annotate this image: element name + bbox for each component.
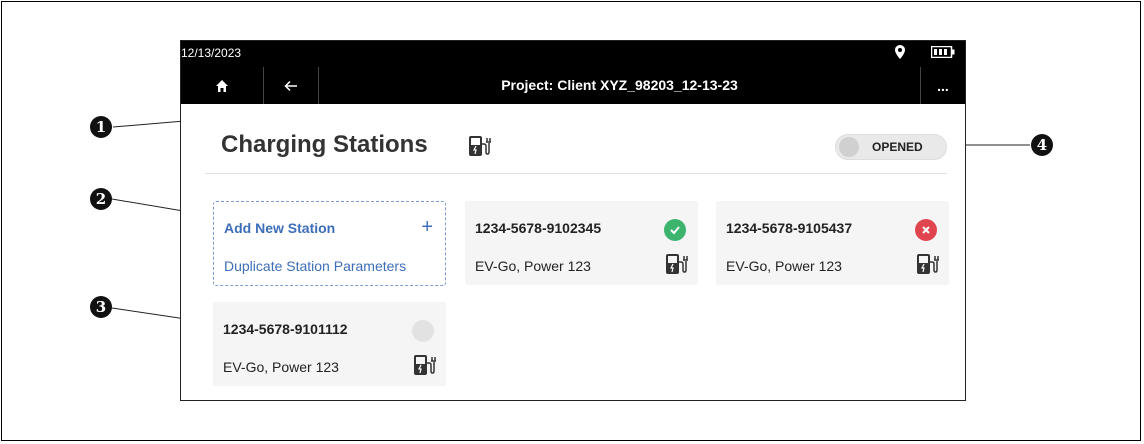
toggle-label: OPENED [872, 140, 923, 154]
page-header: Charging Stations OPENED [205, 121, 947, 174]
ev-charger-icon [917, 254, 939, 274]
device-screen: 12/13/2023 Project: Client XYZ_98203_12-… [180, 40, 966, 401]
project-title: Project: Client XYZ_98203_12-13-23 [501, 77, 738, 93]
station-subtitle: EV-Go, Power 123 [475, 258, 591, 274]
arrow-left-icon [283, 80, 297, 91]
page-title: Charging Stations [221, 131, 428, 158]
opened-toggle[interactable]: OPENED [835, 134, 947, 160]
home-button[interactable] [181, 67, 264, 104]
station-subtitle: EV-Go, Power 123 [223, 359, 339, 375]
status-bar: 12/13/2023 [181, 41, 965, 67]
add-station-box: Add New Station + Duplicate Station Para… [213, 201, 446, 286]
callout-4: 4 [1031, 134, 1053, 156]
station-card[interactable]: 1234-5678-9102345 EV-Go, Power 123 [465, 201, 698, 285]
callout-1: 1 [90, 116, 112, 138]
duplicate-station-link[interactable]: Duplicate Station Parameters [224, 258, 406, 274]
station-card[interactable]: 1234-5678-9101112 EV-Go, Power 123 [213, 302, 446, 386]
toggle-knob [839, 137, 859, 157]
add-new-station-link[interactable]: Add New Station [224, 220, 335, 236]
location-pin-icon [895, 45, 905, 59]
add-station-plus-icon[interactable]: + [421, 216, 433, 239]
callout-2: 2 [90, 188, 112, 210]
status-date: 12/13/2023 [181, 46, 242, 60]
ev-charger-icon [469, 136, 491, 156]
more-menu-button[interactable]: ... [920, 67, 965, 104]
status-none-icon [412, 320, 434, 342]
home-icon [216, 79, 228, 92]
battery-icon [931, 46, 955, 58]
station-subtitle: EV-Go, Power 123 [726, 258, 842, 274]
nav-bar: Project: Client XYZ_98203_12-13-23 ... [181, 67, 965, 104]
ev-charger-icon [666, 254, 688, 274]
status-ok-icon [664, 219, 686, 241]
station-id: 1234-5678-9102345 [475, 220, 602, 236]
station-id: 1234-5678-9105437 [726, 220, 853, 236]
callout-3: 3 [90, 296, 112, 318]
station-id: 1234-5678-9101112 [223, 321, 348, 337]
ev-charger-icon [414, 355, 436, 375]
back-button[interactable] [263, 67, 319, 104]
station-card[interactable]: 1234-5678-9105437 EV-Go, Power 123 [716, 201, 949, 285]
status-error-icon [915, 219, 937, 241]
